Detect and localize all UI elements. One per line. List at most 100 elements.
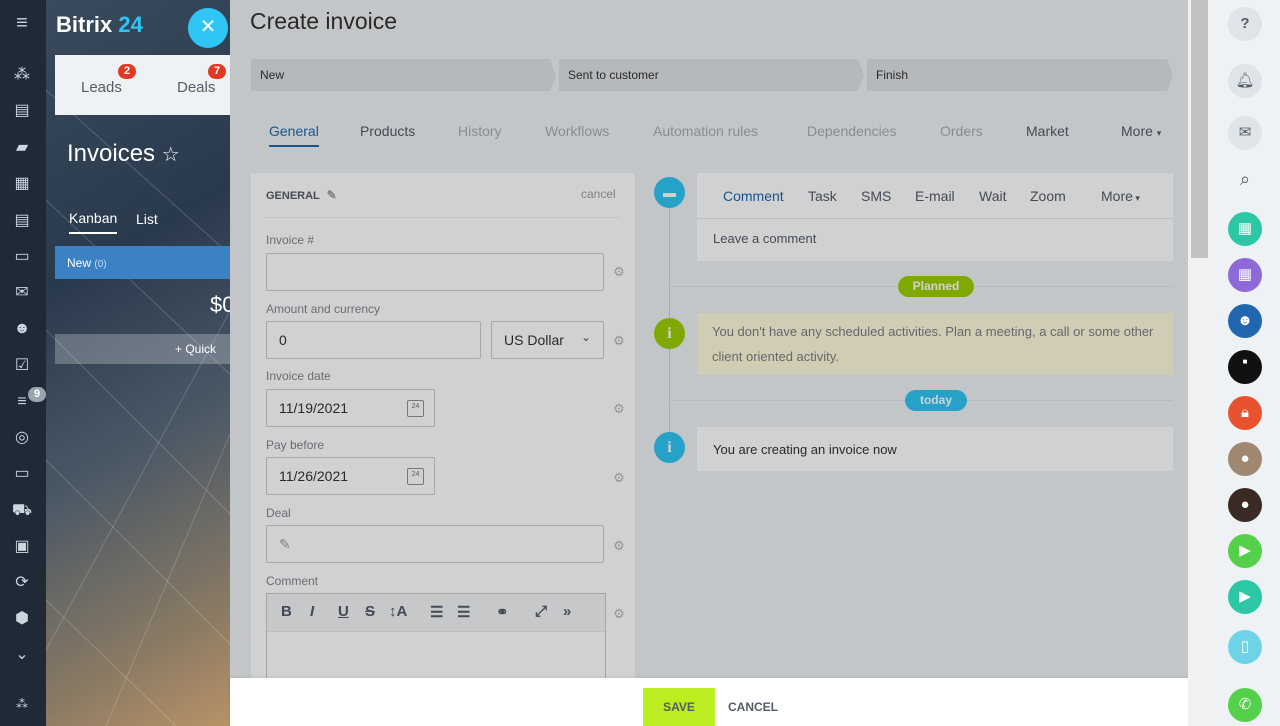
tab-products[interactable]: Products	[360, 123, 415, 139]
view-tab-kanban[interactable]: Kanban	[69, 210, 118, 234]
invoice-number-label: Invoice #	[266, 233, 315, 247]
save-button[interactable]: SAVE	[643, 688, 715, 726]
group-chat-icon[interactable]: ☻	[1228, 304, 1262, 338]
gear-icon[interactable]: ⚙	[612, 402, 626, 416]
tab-market[interactable]: Market	[1026, 123, 1069, 139]
more-tools-button[interactable]: »	[563, 603, 571, 620]
funnel-tab-deals[interactable]: Deals	[177, 79, 215, 96]
comment-tab-sms[interactable]: SMS	[861, 188, 891, 204]
menu-icon[interactable]: ≡	[11, 12, 33, 34]
stage-new[interactable]: New	[251, 59, 556, 91]
calendar-icon[interactable]: 24	[407, 400, 424, 417]
cart-icon[interactable]: ⛟	[11, 500, 33, 522]
comment-tab-zoom[interactable]: Zoom	[1030, 188, 1066, 204]
numbered-list-button[interactable]: ☰	[430, 603, 443, 621]
app-logo[interactable]: Bitrix 24	[56, 12, 143, 38]
bold-button[interactable]: B	[281, 603, 292, 620]
video-call-icon[interactable]: ▶	[1228, 534, 1262, 568]
tab-general[interactable]: General	[269, 123, 319, 147]
stage-sent-to-customer[interactable]: Sent to customer	[559, 59, 864, 91]
calendar-icon[interactable]: ▦	[1228, 212, 1262, 246]
more-down-icon[interactable]: ⌄	[11, 644, 33, 666]
feed-icon[interactable]: ▤	[11, 100, 33, 122]
currency-select[interactable]: US Dollar ⌄	[491, 321, 604, 359]
amount-input[interactable]: 0	[266, 321, 481, 359]
tab-orders[interactable]: Orders	[940, 123, 983, 139]
contact-card-icon[interactable]: ▣	[11, 536, 33, 558]
calendar-icon[interactable]: ▦	[11, 173, 33, 195]
calendar-icon[interactable]: ▦	[1228, 258, 1262, 292]
section-divider	[265, 217, 620, 218]
column-name: New	[67, 256, 92, 270]
comment-tab-more[interactable]: More ▾	[1101, 188, 1140, 204]
gear-icon[interactable]: ⚙	[612, 607, 626, 621]
view-tab-list[interactable]: List	[136, 211, 158, 227]
sync-icon[interactable]: ⟳	[11, 572, 33, 594]
tab-workflows[interactable]: Workflows	[545, 123, 609, 139]
avatar[interactable]: ●	[1228, 488, 1262, 522]
underline-button[interactable]: U	[338, 603, 349, 620]
section-title: GENERAL ✎	[266, 188, 337, 202]
comment-tab-task[interactable]: Task	[808, 188, 837, 204]
sites-icon[interactable]: ▭	[11, 463, 33, 485]
groups-icon[interactable]: ☻	[11, 318, 33, 340]
search-icon[interactable]: ⌕	[1228, 162, 1262, 196]
quick-add-row[interactable]: + Quick	[55, 334, 236, 364]
avatar[interactable]: ●	[1228, 442, 1262, 476]
mail-icon[interactable]: ✉	[11, 282, 33, 304]
comment-tab-email[interactable]: E-mail	[915, 188, 955, 204]
strikethrough-button[interactable]: S	[365, 603, 375, 620]
crm-icon[interactable]: ⁂	[11, 64, 33, 86]
editor-toolbar: B I U S ↕A ☰ ☰ ⚭ ⤢ »	[267, 594, 605, 632]
tab-more[interactable]: More ▾	[1121, 123, 1161, 139]
cancel-button[interactable]: CANCEL	[728, 688, 778, 726]
bell-icon[interactable]: 🔔︎	[1228, 64, 1262, 98]
invoice-date-input[interactable]: 11/19/2021 24	[266, 389, 435, 427]
phone-icon[interactable]: ✆	[1228, 688, 1262, 722]
bullet-list-button[interactable]: ☰	[457, 603, 470, 621]
invoice-number-input[interactable]	[266, 253, 604, 291]
creating-invoice-notice: You are creating an invoice now	[697, 427, 1173, 471]
box-icon[interactable]: ⬢	[11, 608, 33, 630]
drive-icon[interactable]: ▭	[11, 246, 33, 268]
italic-button[interactable]: I	[310, 603, 314, 620]
section-cancel-link[interactable]: cancel	[581, 187, 616, 201]
gear-icon[interactable]: ⚙	[612, 334, 626, 348]
star-icon[interactable]: ☆	[162, 144, 180, 166]
gear-icon[interactable]: ⚙	[612, 471, 626, 485]
font-size-button[interactable]: ↕A	[389, 603, 407, 620]
target-icon[interactable]: ◎	[11, 427, 33, 449]
deals-badge: 7	[208, 64, 227, 79]
stage-finish[interactable]: Finish	[867, 59, 1173, 91]
funnel-tab-leads[interactable]: Leads	[81, 79, 122, 96]
pay-before-input[interactable]: 11/26/2021 24	[266, 457, 435, 495]
lock-icon[interactable]: 🔒︎	[1228, 396, 1262, 430]
tab-history[interactable]: History	[458, 123, 502, 139]
scrollbar-thumb[interactable]	[1191, 0, 1208, 258]
tab-dependencies[interactable]: Dependencies	[807, 123, 897, 139]
fullscreen-button[interactable]: ⤢	[535, 603, 547, 620]
avatar[interactable]: ■	[1228, 350, 1262, 384]
comment-tab-wait[interactable]: Wait	[979, 188, 1006, 204]
mobile-icon[interactable]: ▯	[1228, 630, 1262, 664]
deal-picker-icon: ✎	[279, 536, 291, 552]
calendar-icon[interactable]: 24	[407, 468, 424, 485]
gear-icon[interactable]: ⚙	[612, 265, 626, 279]
comment-tab-comment[interactable]: Comment	[723, 188, 784, 204]
chat-bubble-icon[interactable]: ✉	[1228, 116, 1262, 150]
edit-pencil-icon[interactable]: ✎	[327, 188, 337, 202]
tasks-icon[interactable]: ☑	[11, 355, 33, 377]
video-call-icon[interactable]: ▶	[1228, 580, 1262, 614]
tab-automation-rules[interactable]: Automation rules	[653, 123, 758, 139]
comment-input[interactable]: Leave a comment	[713, 231, 816, 246]
gear-icon[interactable]: ⚙	[612, 539, 626, 553]
link-button[interactable]: ⚭	[496, 603, 509, 621]
chat-icon[interactable]: ▰	[11, 137, 33, 159]
deal-input[interactable]: ✎	[266, 525, 604, 563]
kanban-column-new[interactable]: New (0)	[55, 246, 236, 279]
close-icon[interactable]: ✕	[188, 8, 228, 48]
document-icon[interactable]: ▤	[11, 210, 33, 232]
help-icon[interactable]: ?	[1228, 7, 1262, 41]
structure-icon[interactable]: ⁂	[11, 693, 33, 715]
chevron-down-icon: ▾	[1156, 128, 1162, 138]
